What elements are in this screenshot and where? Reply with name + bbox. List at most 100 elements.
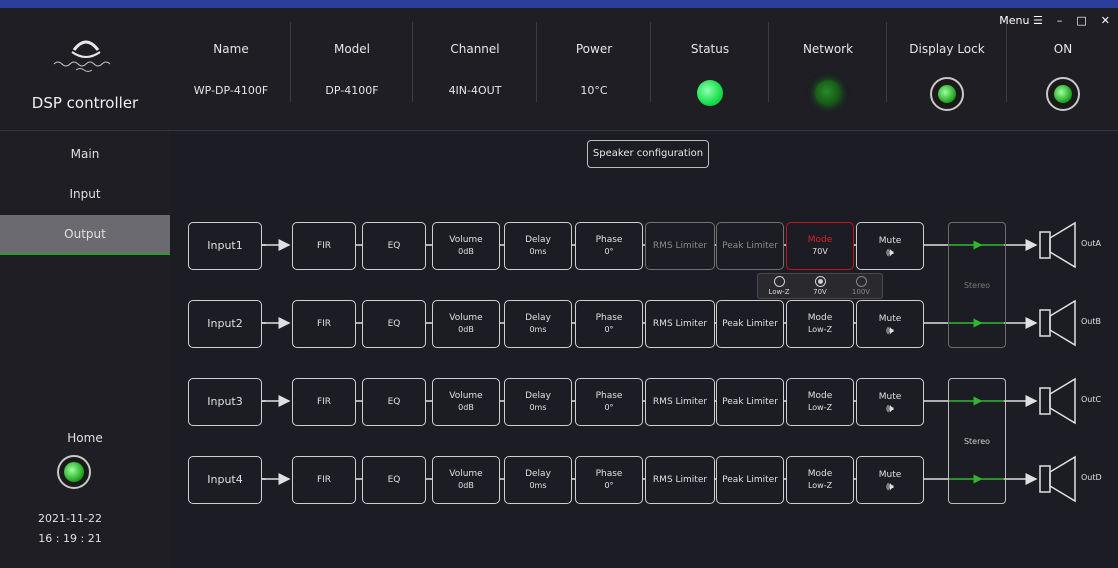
mode-options-popup: Low-Z 70V 100V <box>757 273 883 299</box>
delay-block[interactable]: Delay 0ms <box>504 222 572 270</box>
stereo-link-cd[interactable]: Stereo <box>948 378 1006 504</box>
input-block[interactable]: Input1 <box>188 222 262 270</box>
rms-label: RMS Limiter <box>652 475 708 485</box>
stereo-label: Stereo <box>963 437 991 446</box>
mode-label: Mode <box>807 469 833 479</box>
volume-block[interactable]: Volume 0dB <box>432 378 500 426</box>
network-indicator-icon <box>815 80 841 106</box>
phase-value: 0° <box>604 481 614 490</box>
fir-block[interactable]: FIR <box>292 456 356 504</box>
mode-block[interactable]: Mode Low-Z <box>786 300 854 348</box>
fir-block[interactable]: FIR <box>292 378 356 426</box>
peak-block[interactable]: Peak Limiter <box>716 300 784 348</box>
eq-label: EQ <box>387 475 401 485</box>
title-bar-strip <box>0 0 1118 8</box>
eq-block[interactable]: EQ <box>362 456 426 504</box>
delay-block[interactable]: Delay 0ms <box>504 378 572 426</box>
input-block[interactable]: Input3 <box>188 378 262 426</box>
rms-block[interactable]: RMS Limiter <box>645 456 715 504</box>
fir-block[interactable]: FIR <box>292 222 356 270</box>
fir-block[interactable]: FIR <box>292 300 356 348</box>
sidebar-item-input[interactable]: Input <box>0 175 170 213</box>
mode-value: Low-Z <box>807 481 833 490</box>
input-block[interactable]: Input2 <box>188 300 262 348</box>
mode-option-low-z[interactable]: Low-Z <box>762 276 796 296</box>
on-label: ON <box>1053 42 1073 56</box>
sidebar-item-output[interactable]: Output <box>0 215 170 255</box>
mode-value: Low-Z <box>807 403 833 412</box>
menu-button[interactable]: Menu ☰ <box>999 14 1043 27</box>
name-value: WP-DP-4100F <box>193 84 269 97</box>
mode-block[interactable]: Mode 70V <box>786 222 854 270</box>
phase-block[interactable]: Phase 0° <box>575 300 643 348</box>
model-label: Model <box>333 42 371 56</box>
delay-value: 0ms <box>529 325 547 334</box>
radio-icon <box>773 276 785 287</box>
speaker-configuration-button[interactable]: Speaker configuration <box>587 140 709 168</box>
sidebar-item-main[interactable]: Main <box>0 135 170 173</box>
power-on-button[interactable] <box>1046 77 1080 111</box>
header-display-lock: Display Lock <box>886 22 1007 111</box>
minimize-button[interactable]: – <box>1057 14 1063 27</box>
eq-block[interactable]: EQ <box>362 378 426 426</box>
home-button[interactable] <box>57 455 91 489</box>
rms-block[interactable]: RMS Limiter <box>645 222 715 270</box>
radio-icon <box>855 276 867 287</box>
output-label: OutB <box>1081 317 1101 326</box>
phase-value: 0° <box>604 325 614 334</box>
header-status: Status <box>650 22 769 106</box>
mute-block[interactable]: Mute 🕪 <box>856 300 924 348</box>
phase-block[interactable]: Phase 0° <box>575 456 643 504</box>
phase-label: Phase <box>595 235 623 245</box>
speaker-output-icon <box>1039 377 1076 425</box>
mode-block[interactable]: Mode Low-Z <box>786 456 854 504</box>
mode-option-70v[interactable]: 70V <box>803 276 837 296</box>
output-label: OutC <box>1081 395 1102 404</box>
mute-block[interactable]: Mute 🕪 <box>856 222 924 270</box>
mute-block[interactable]: Mute 🕪 <box>856 378 924 426</box>
fir-label: FIR <box>316 241 332 251</box>
power-icon <box>1054 85 1072 103</box>
eq-block[interactable]: EQ <box>362 300 426 348</box>
phase-block[interactable]: Phase 0° <box>575 378 643 426</box>
volume-block[interactable]: Volume 0dB <box>432 456 500 504</box>
menu-icon: ☰ <box>1033 14 1043 27</box>
fir-label: FIR <box>316 397 332 407</box>
option-label: 70V <box>813 288 827 296</box>
mode-option-100v[interactable]: 100V <box>844 276 878 296</box>
rms-block[interactable]: RMS Limiter <box>645 378 715 426</box>
peak-block[interactable]: Peak Limiter <box>716 378 784 426</box>
peak-label: Peak Limiter <box>722 397 778 407</box>
phase-label: Phase <box>595 313 623 323</box>
rms-block[interactable]: RMS Limiter <box>645 300 715 348</box>
rms-label: RMS Limiter <box>652 397 708 407</box>
output-label: OutD <box>1081 473 1102 482</box>
peak-block[interactable]: Peak Limiter <box>716 456 784 504</box>
delay-block[interactable]: Delay 0ms <box>504 456 572 504</box>
phase-label: Phase <box>595 391 623 401</box>
mute-block[interactable]: Mute 🕪 <box>856 456 924 504</box>
rms-label: RMS Limiter <box>652 319 708 329</box>
input-label: Input1 <box>207 239 243 252</box>
mode-value: 70V <box>812 247 828 256</box>
display-lock-button[interactable] <box>930 77 964 111</box>
eq-label: EQ <box>387 241 401 251</box>
volume-block[interactable]: Volume 0dB <box>432 222 500 270</box>
eq-block[interactable]: EQ <box>362 222 426 270</box>
eq-label: EQ <box>387 319 401 329</box>
status-label: Status <box>690 42 730 56</box>
model-value: DP-4100F <box>325 84 379 97</box>
input-block[interactable]: Input4 <box>188 456 262 504</box>
close-button[interactable]: ✕ <box>1101 14 1110 27</box>
delay-block[interactable]: Delay 0ms <box>504 300 572 348</box>
phase-block[interactable]: Phase 0° <box>575 222 643 270</box>
power-value: 10°C <box>580 84 608 97</box>
option-label: Low-Z <box>768 288 790 296</box>
volume-block[interactable]: Volume 0dB <box>432 300 500 348</box>
network-label: Network <box>802 42 854 56</box>
speaker-output-icon <box>1039 455 1076 503</box>
maximize-button[interactable]: □ <box>1076 14 1086 27</box>
mode-block[interactable]: Mode Low-Z <box>786 378 854 426</box>
stereo-link-ab[interactable]: Stereo <box>948 222 1006 348</box>
peak-block[interactable]: Peak Limiter <box>716 222 784 270</box>
